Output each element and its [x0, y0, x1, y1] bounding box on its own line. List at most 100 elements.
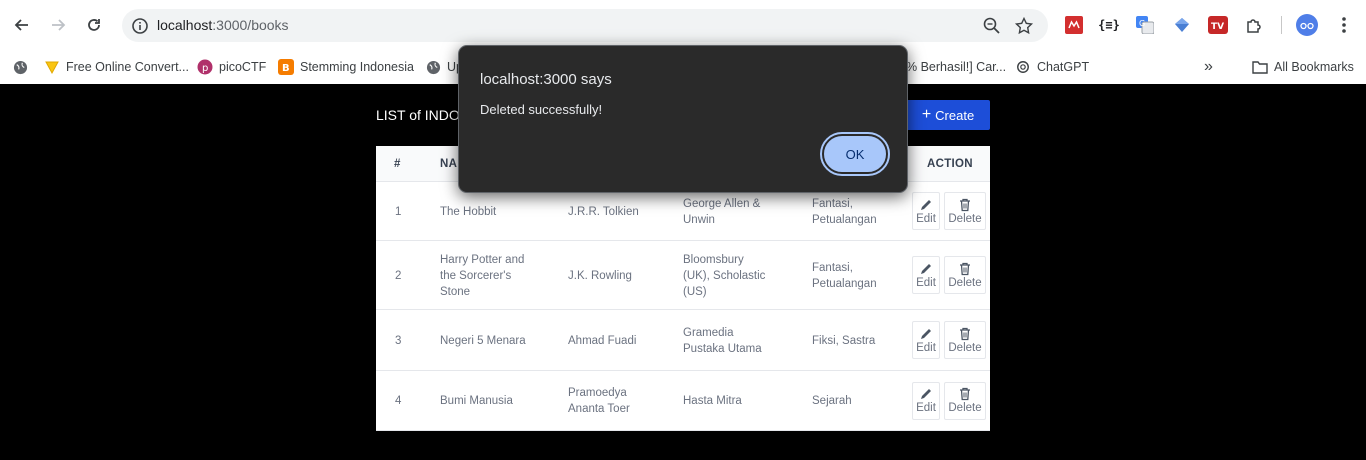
- header-name: NA: [440, 158, 458, 170]
- create-label: Create: [935, 107, 975, 123]
- cell-genre: Fantasi, Petualangan: [812, 196, 877, 228]
- cell-author-line: J.R.R. Tolkien: [568, 205, 639, 218]
- cell-name-line: Negeri 5 Menara: [440, 334, 526, 347]
- svg-text:p: p: [202, 63, 208, 74]
- back-button[interactable]: [8, 11, 36, 39]
- delete-label: Delete: [948, 212, 982, 225]
- reload-button[interactable]: [80, 11, 108, 39]
- edit-button[interactable]: Edit: [912, 256, 940, 294]
- header-action: ACTION: [927, 158, 973, 170]
- cell-genre-line: Fantasi,: [812, 197, 853, 210]
- extension-mendeley-icon[interactable]: [1063, 14, 1085, 36]
- cell-number: 2: [395, 269, 402, 282]
- cell-author-line: Pramoedya: [568, 387, 627, 399]
- cell-name: Bumi Manusia: [440, 393, 513, 409]
- page-title: LIST of INDON: [376, 107, 470, 123]
- delete-label: Delete: [948, 276, 982, 289]
- edit-button[interactable]: Edit: [912, 381, 940, 420]
- cell-author-line: J.K. Rowling: [568, 269, 632, 282]
- cell-genre: Fiksi, Sastra: [812, 333, 875, 349]
- chatgpt-favicon-icon: [1015, 59, 1031, 75]
- cell-publisher: George Allen & Unwin: [683, 196, 760, 228]
- cell-publisher-line: Gramedia: [683, 326, 734, 339]
- svg-text:TV: TV: [1211, 22, 1224, 32]
- cell-genre-line: Fantasi,: [812, 261, 853, 274]
- cell-number: 4: [395, 395, 402, 407]
- delete-label: Delete: [948, 402, 982, 414]
- svg-text:B: B: [282, 63, 290, 74]
- forward-button[interactable]: [44, 11, 72, 39]
- create-button[interactable]: + Create: [906, 100, 990, 130]
- cell-author: J.K. Rowling: [568, 268, 632, 284]
- picoctf-favicon-icon: p: [197, 59, 213, 75]
- pencil-icon: [921, 263, 931, 274]
- pencil-icon: [921, 199, 931, 210]
- browser-menu-icon[interactable]: [1333, 14, 1355, 36]
- bookmark-globe[interactable]: [12, 57, 34, 77]
- cell-name-line: Harry Potter and: [440, 253, 525, 266]
- cell-genre: Sejarah: [812, 393, 852, 409]
- table-row: 2 Harry Potter and the Sorcerer's Stone J.K.…: [376, 241, 990, 310]
- pencil-icon: [921, 389, 931, 399]
- bookmark-label: Free Online Convert...: [66, 60, 189, 74]
- blogger-favicon-icon: B: [278, 59, 294, 75]
- edit-label: Edit: [916, 402, 936, 414]
- toolbar-divider: [1281, 16, 1282, 34]
- all-bookmarks-button[interactable]: All Bookmarks: [1252, 57, 1354, 77]
- svg-text:G: G: [1139, 19, 1145, 28]
- delete-button[interactable]: Delete: [944, 192, 986, 230]
- bookmark-star-icon[interactable]: [1014, 16, 1034, 36]
- extensions-puzzle-icon[interactable]: [1243, 14, 1265, 36]
- cell-publisher-line: Hasta Mitra: [683, 395, 742, 407]
- cell-publisher-line: (US): [683, 285, 707, 298]
- bookmark-item-1[interactable]: Free Online Convert...: [44, 57, 189, 77]
- cell-genre-line: Petualangan: [812, 213, 877, 226]
- cell-number: 3: [395, 334, 402, 347]
- cell-genre: Fantasi, Petualangan: [812, 260, 877, 292]
- trash-icon: [960, 327, 970, 340]
- bookmark-label: Stemming Indonesia: [300, 60, 414, 74]
- bookmark-item-2[interactable]: p picoCTF: [197, 57, 266, 77]
- table-row: 4 Bumi Manusia Pramoedya Ananta Toer Hasta M…: [376, 371, 990, 431]
- delete-button[interactable]: Delete: [944, 381, 986, 420]
- edit-button[interactable]: Edit: [912, 192, 940, 230]
- cell-name: The Hobbit: [440, 204, 496, 220]
- cell-genre-line: Sejarah: [812, 395, 852, 407]
- cell-author: Pramoedya Ananta Toer: [568, 385, 630, 417]
- table-row: 3 Negeri 5 Menara Ahmad Fuadi Gramedia Pusta…: [376, 310, 990, 371]
- delete-button[interactable]: Delete: [944, 321, 986, 359]
- header-number: #: [394, 158, 401, 170]
- extension-translate-icon[interactable]: G: [1134, 14, 1156, 36]
- bookmarks-overflow-button[interactable]: »: [1204, 57, 1213, 77]
- delete-label: Delete: [948, 341, 982, 354]
- cell-author-line: Ananta Toer: [568, 403, 630, 415]
- bookmark-item-5[interactable]: % Berhasil!] Car...: [906, 57, 1006, 77]
- cell-author-line: Ahmad Fuadi: [568, 334, 637, 347]
- folder-icon: [1252, 59, 1268, 75]
- bookmark-item-3[interactable]: B Stemming Indonesia: [278, 57, 414, 77]
- chevron-double-right-icon: »: [1204, 58, 1213, 75]
- edit-button[interactable]: Edit: [912, 321, 940, 359]
- site-info-icon[interactable]: [130, 16, 150, 36]
- trash-icon: [960, 262, 970, 275]
- bookmark-item-6[interactable]: ChatGPT: [1015, 57, 1089, 77]
- ok-button[interactable]: OK: [820, 132, 890, 176]
- zoom-icon[interactable]: [982, 16, 1002, 36]
- address-bar[interactable]: localhost:3000/books: [122, 9, 1048, 42]
- bookmark-label: ChatGPT: [1037, 60, 1090, 74]
- globe-icon: [425, 59, 441, 75]
- alert-dialog: localhost:3000 says Deleted successfully…: [458, 45, 908, 193]
- extension-json-icon[interactable]: {≡}: [1098, 14, 1120, 36]
- extension-tv-icon[interactable]: TV: [1207, 14, 1229, 36]
- edit-label: Edit: [916, 276, 936, 289]
- dialog-message: Deleted successfully!: [480, 102, 603, 117]
- bookmark-label: % Berhasil!] Car...: [906, 60, 1007, 74]
- delete-button[interactable]: Delete: [944, 256, 986, 294]
- extension-blue-diamond-icon[interactable]: [1171, 14, 1193, 36]
- reload-icon: [88, 19, 100, 31]
- all-bookmarks-label: All Bookmarks: [1274, 60, 1354, 74]
- plus-icon: +: [921, 106, 932, 123]
- cell-author: Ahmad Fuadi: [568, 333, 636, 349]
- cell-publisher-line: (UK), Scholastic: [683, 269, 766, 282]
- profile-avatar-icon[interactable]: [1296, 14, 1318, 36]
